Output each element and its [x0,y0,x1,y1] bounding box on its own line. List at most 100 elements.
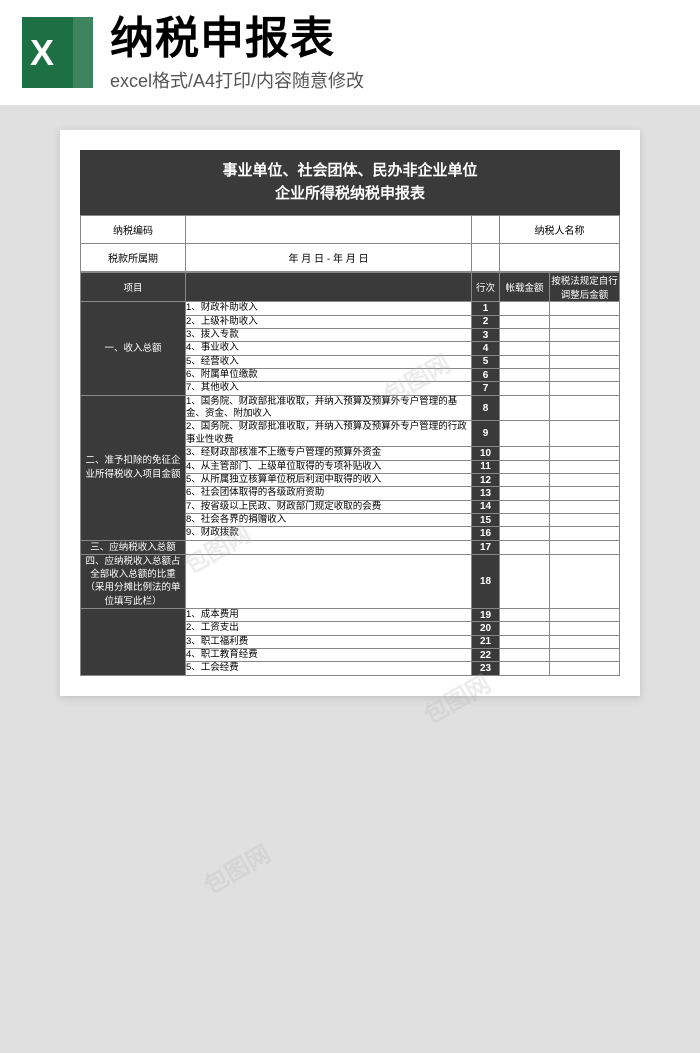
adjusted-cell [550,315,620,328]
adjusted-cell [550,329,620,342]
adjusted-cell [550,554,620,608]
row-number: 15 [472,513,500,526]
adjusted-cell [550,487,620,500]
adjusted-cell [550,421,620,447]
adjusted-cell [550,355,620,368]
excel-x-letter: X [30,32,54,74]
amount-cell [500,447,550,460]
amount-cell [500,649,550,662]
row-number: 12 [472,473,500,486]
period-value: 年 月 日 - 年 月 日 [186,244,472,272]
excel-icon: X [20,15,95,90]
item-text: 6、附属单位缴款 [186,369,472,382]
item-text: 6、社会团体取得的各级政府资助 [186,487,472,500]
row-number: 16 [472,527,500,540]
adjusted-cell [550,382,620,395]
row-number: 2 [472,315,500,328]
page-header: X 纳税申报表 excel格式/A4打印/内容随意修改 [0,0,700,105]
row-number: 18 [472,554,500,608]
tax-code-label: 纳税编码 [81,216,186,244]
amount-cell [500,662,550,675]
item-text [186,554,472,608]
item-text: 7、其他收入 [186,382,472,395]
row-number: 6 [472,369,500,382]
document-page: 事业单位、社会团体、民办非企业单位 企业所得税纳税申报表 纳税编码 纳税人名称 … [60,130,640,695]
adjusted-cell [550,395,620,421]
item-text: 5、经营收入 [186,355,472,368]
col-blank [186,273,472,302]
amount-cell [500,473,550,486]
main-table: 项目 行次 帐载金额 按税法规定自行调整后金额 一、收入总额1、财政补助收入12… [80,272,620,675]
amount-cell [500,540,550,554]
row-number: 4 [472,342,500,355]
row-number: 8 [472,395,500,421]
amount-cell [500,382,550,395]
row-number: 10 [472,447,500,460]
item-text: 5、工会经费 [186,662,472,675]
adjusted-cell [550,622,620,635]
row-number: 9 [472,421,500,447]
amount-cell [500,554,550,608]
item-text: 9、财政拨款 [186,527,472,540]
adjusted-cell [550,447,620,460]
amount-cell [500,369,550,382]
row-number: 14 [472,500,500,513]
row-number: 21 [472,635,500,648]
header-title: 纳税申报表 [110,15,680,63]
adjusted-cell [550,635,620,648]
table-row: 一、收入总额1、财政补助收入1 [81,302,620,315]
document-title: 事业单位、社会团体、民办非企业单位 企业所得税纳税申报表 [80,150,620,215]
meta-row-1: 纳税编码 纳税人名称 [81,216,620,244]
item-text: 3、经财政部核准不上缴专户管理的预算外资金 [186,447,472,460]
item-text: 4、事业收入 [186,342,472,355]
meta-spacer [472,216,500,244]
amount-cell [500,635,550,648]
adjusted-cell [550,527,620,540]
table-row: 三、应纳税收入总额17 [81,540,620,554]
adjusted-cell [550,609,620,622]
item-text: 2、国务院、财政部批准收取，并纳入预算及预算外专户管理的行政事业性收费 [186,421,472,447]
title-line-1: 事业单位、社会团体、民办非企业单位 [80,160,620,183]
amount-cell [500,342,550,355]
section-label: 二、准予扣除的免征企业所得税收入项目金额 [81,395,186,540]
item-text: 5、从所属独立核算单位税后利润中取得的收入 [186,473,472,486]
meta-table: 纳税编码 纳税人名称 税款所属期 年 月 日 - 年 月 日 [80,215,620,272]
amount-cell [500,527,550,540]
taxpayer-name-value [500,244,620,272]
amount-cell [500,395,550,421]
amount-cell [500,622,550,635]
row-number: 13 [472,487,500,500]
adjusted-cell [550,513,620,526]
tax-code-value [186,216,472,244]
header-text-block: 纳税申报表 excel格式/A4打印/内容随意修改 [110,15,680,93]
table-row: 1、成本费用19 [81,609,620,622]
adjusted-cell [550,460,620,473]
item-text [186,540,472,554]
row-number: 5 [472,355,500,368]
amount-cell [500,500,550,513]
amount-cell [500,302,550,315]
watermark: 包图网 [196,834,276,900]
header-row: 项目 行次 帐载金额 按税法规定自行调整后金额 [81,273,620,302]
item-text: 4、职工教育经费 [186,649,472,662]
table-row: 二、准予扣除的免征企业所得税收入项目金额1、国务院、财政部批准收取，并纳入预算及… [81,395,620,421]
row-number: 22 [472,649,500,662]
item-text: 4、从主管部门、上级单位取得的专项补贴收入 [186,460,472,473]
row-number: 7 [472,382,500,395]
adjusted-cell [550,473,620,486]
meta-row-2: 税款所属期 年 月 日 - 年 月 日 [81,244,620,272]
table-row: 四、应纳税收入总额占全部收入总额的比重（采用分摊比例法的单位填写此栏）18 [81,554,620,608]
amount-cell [500,609,550,622]
item-text: 2、工资支出 [186,622,472,635]
taxpayer-name-label: 纳税人名称 [500,216,620,244]
col-adjusted: 按税法规定自行调整后金额 [550,273,620,302]
adjusted-cell [550,662,620,675]
amount-cell [500,421,550,447]
amount-cell [500,355,550,368]
item-text: 8、社会各界的捐赠收入 [186,513,472,526]
amount-cell [500,487,550,500]
adjusted-cell [550,649,620,662]
amount-cell [500,315,550,328]
row-number: 19 [472,609,500,622]
section-label: 一、收入总额 [81,302,186,395]
